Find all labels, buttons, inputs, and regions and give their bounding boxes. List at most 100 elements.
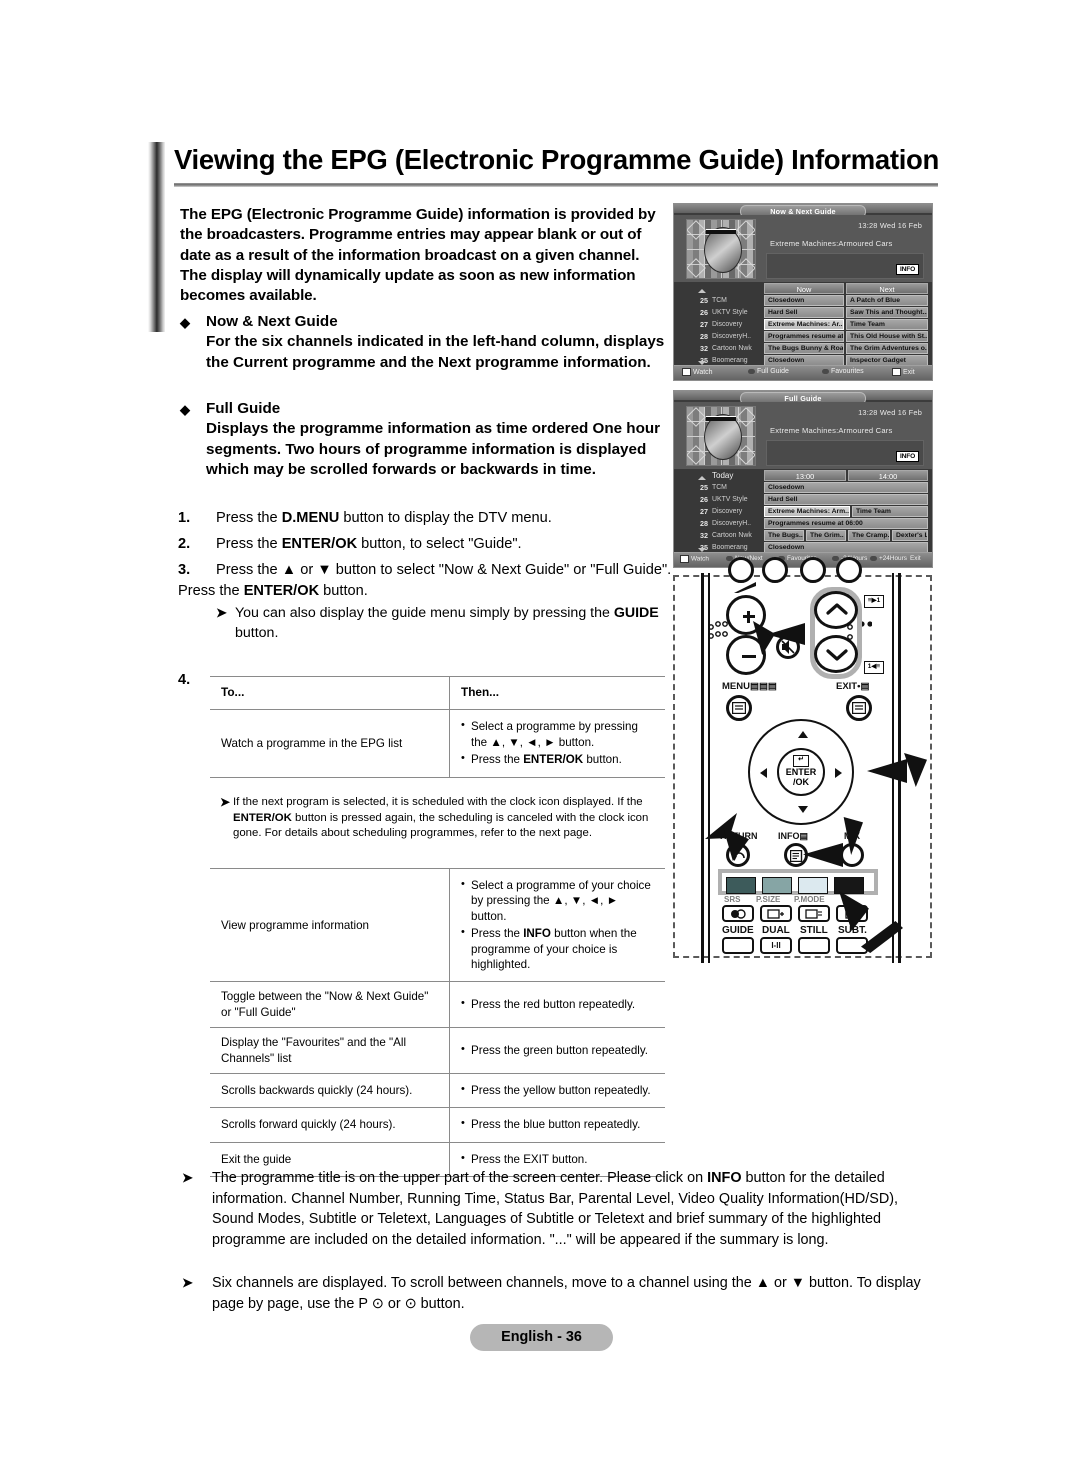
programme-next[interactable]: The Grim Adventures o.. [846,343,928,354]
remote-top-button-1[interactable] [728,557,754,583]
channel-list-icon[interactable]: 1◀≡ [864,661,884,674]
programme-block[interactable]: The Grim.. [806,530,846,541]
green-button[interactable] [762,877,792,894]
bullet-heading: Now & Next Guide [206,313,338,330]
programme-now-selected[interactable]: Extreme Machines: Ar.. [764,319,844,330]
page-number-badge: English - 36 [470,1324,613,1351]
bullet-line: Press the red button repeatedly. [461,996,655,1012]
programme-block-selected[interactable]: Extreme Machines: Arm.. [764,506,850,517]
exit-button[interactable] [846,695,872,721]
volume-icon [732,581,758,593]
table-header-then: Then... [449,675,665,711]
channel-up-button[interactable] [814,591,858,629]
screenshot-now-next-guide: Now & Next Guide 13:28 Wed 16 Feb Extrem… [673,203,933,381]
red-button[interactable] [726,877,756,894]
pmode-button[interactable] [798,905,830,922]
nav-right-icon[interactable] [835,768,842,778]
channel-row[interactable]: 28 DiscoveryH.. Programmes resume at.. T… [674,331,932,343]
bullet-full-guide: ◆ Full Guide Displays the programme info… [180,399,670,480]
channel-down-button[interactable] [814,635,858,673]
channel-name: TCM [712,297,727,304]
osd-programme-title: Extreme Machines:Armoured Cars [770,239,893,248]
psize-label: P.SIZE [756,895,781,904]
programme-next[interactable]: Time Team [846,319,928,330]
programme-block[interactable]: Hard Sell [764,494,928,505]
watch-icon [682,368,691,376]
programme-block[interactable]: Closedown [764,482,928,493]
channel-row-selected[interactable]: 27 Discovery Extreme Machines: Ar.. Time… [674,319,932,331]
programme-block[interactable]: The Bugs.. [764,530,804,541]
table-cell-then: Press the red button repeatedly. [449,981,665,1029]
remote-top-button-4[interactable] [836,557,862,583]
osd-programme-title: Extreme Machines:Armoured Cars [770,426,893,435]
scroll-up-icon[interactable] [698,476,706,480]
programme-next[interactable]: Saw This and Thought... [846,307,928,318]
table-header-to: To... [210,675,450,711]
table-cell-to: Toggle between the "Now & Next Guide" or… [210,981,450,1029]
programme-block[interactable]: Programmes resume at 06:00 [764,518,928,529]
programme-now[interactable]: Hard Sell [764,307,844,318]
bottom-bar-full-guide[interactable]: Full Guide [757,368,789,375]
yellow-button[interactable] [798,877,828,894]
bottom-bar-favourites[interactable]: Favourites [831,368,864,375]
channel-name: Discovery [712,508,743,515]
bottom-bar-watch[interactable]: Watch [693,369,713,376]
channel-name: DiscoveryH.. [712,520,752,527]
blue-button[interactable] [834,877,864,894]
prev-channel-icon[interactable]: ≡▶1 [864,595,884,608]
channel-number: 27 [700,507,708,516]
programme-block[interactable]: Time Team [852,506,928,517]
channel-row[interactable]: 28 DiscoveryH.. Programmes resume at 06:… [674,518,932,530]
remote-top-button-3[interactable] [800,557,826,583]
dual-label: DUAL [762,925,790,936]
channel-row[interactable]: 25 TCM Closedown A Patch of Blue [674,295,932,307]
programme-next[interactable]: This Old House with St... [846,331,928,342]
table-cell-then: Select a programme by pressing the ▲, ▼,… [449,709,665,778]
bullet-line: Press the green button repeatedly. [461,1042,655,1058]
programme-block[interactable]: Dexter's L.. [892,530,928,541]
dual-button[interactable]: I-II [760,937,792,954]
table-header-row: To... Then... [210,675,665,711]
info-label: INFO▤ [778,831,809,841]
step-number-4: 4. [178,672,191,688]
channel-name: UKTV Style [712,496,748,503]
programme-block[interactable]: The Cramp.. [848,530,890,541]
nav-up-icon[interactable] [798,731,808,738]
programme-now[interactable]: Closedown [764,295,844,306]
scroll-up-icon[interactable] [698,289,706,293]
bottom-bar-exit[interactable]: Exit [903,369,915,376]
table-row: View programme information Select a prog… [210,867,665,983]
menu-button[interactable] [726,695,752,721]
info-button-badge[interactable]: INFO [896,264,919,275]
step-3: 3. Press the ▲ or ▼ button to select "No… [178,560,678,643]
channel-row-selected[interactable]: 27 Discovery Extreme Machines: Arm.. Tim… [674,506,932,518]
diamond-icon: ◆ [180,402,190,417]
channel-row[interactable]: 26 UKTV Style Hard Sell Saw This and Tho… [674,307,932,319]
srs-button[interactable] [722,905,754,922]
bottom-bar-exit[interactable]: Exit [910,555,921,562]
info-button[interactable] [784,843,808,867]
info-button-badge[interactable]: INFO [896,451,919,462]
guide-button[interactable] [722,937,754,954]
table-row: Scrolls backwards quickly (24 hours). Pr… [210,1073,665,1109]
table-row: Display the "Favourites" and the "All Ch… [210,1027,665,1075]
programme-now[interactable]: The Bugs Bunny & Roa.. [764,343,844,354]
bottom-bar-watch[interactable]: Watch [691,556,709,563]
osd-preview-area: 13:28 Wed 16 Feb Extreme Machines:Armour… [674,215,932,282]
programme-next[interactable]: A Patch of Blue [846,295,928,306]
enter-ok-button[interactable]: ↵ ENTER /OK [777,748,825,796]
channel-row[interactable]: 32 Cartoon Nwk The Bugs Bunny & Roa.. Th… [674,343,932,355]
bottom-bar-plus-24h[interactable]: +24Hours [879,555,907,562]
table-row: Toggle between the "Now & Next Guide" or… [210,981,665,1029]
programme-now[interactable]: Programmes resume at.. [764,331,844,342]
psize-button[interactable] [760,905,792,922]
channel-row[interactable]: 32 Cartoon Nwk The Bugs.. The Grim.. The… [674,530,932,542]
bullet-heading: Full Guide [206,400,281,417]
channel-row[interactable]: 25 TCM Closedown [674,482,932,494]
nav-left-icon[interactable] [760,768,767,778]
channel-row[interactable]: 26 UKTV Style Hard Sell [674,494,932,506]
remote-top-button-2[interactable] [762,557,788,583]
still-button[interactable] [798,937,830,954]
blue-dot-icon [870,555,877,561]
nav-down-icon[interactable] [798,806,808,813]
